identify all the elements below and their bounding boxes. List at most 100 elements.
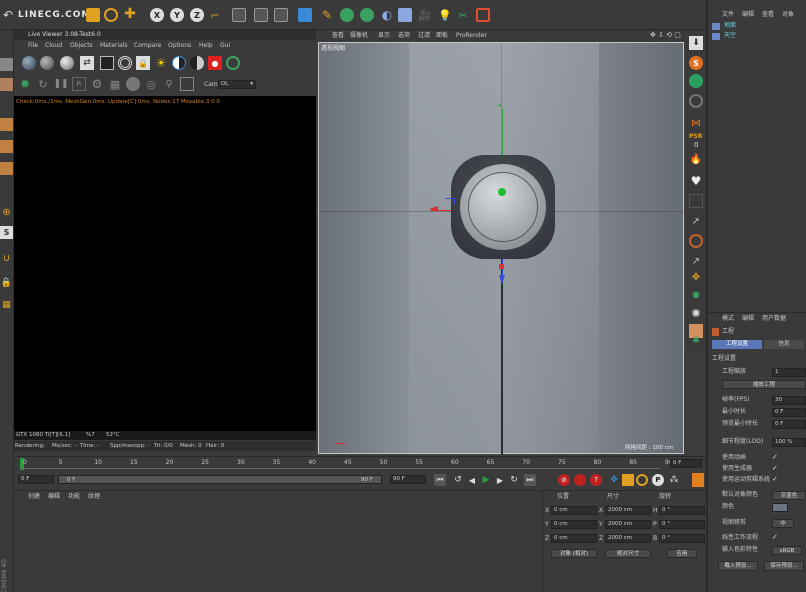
- am-menu-edit[interactable]: 编辑: [742, 315, 754, 323]
- subdivision-icon[interactable]: [340, 8, 354, 22]
- load-preset-button[interactable]: 载入预设...: [718, 561, 758, 571]
- record-key-icon[interactable]: ⊘: [558, 474, 570, 486]
- rotation-h-field[interactable]: 0 °: [659, 506, 705, 515]
- deformer-icon[interactable]: ◐: [380, 8, 394, 22]
- min-time-field[interactable]: 0 F: [772, 408, 806, 417]
- keyframe-selection-icon[interactable]: ?: [590, 474, 602, 486]
- position-z-field[interactable]: 0 cm: [551, 534, 597, 543]
- scale-project-button[interactable]: 缩放工程: [722, 380, 806, 389]
- floor-icon[interactable]: [398, 8, 412, 22]
- go-to-end-icon[interactable]: ⏭: [524, 474, 536, 486]
- cube-icon[interactable]: [298, 8, 312, 22]
- move-tool-icon[interactable]: ✚: [122, 6, 138, 22]
- input-color-profile-select[interactable]: sRGB: [772, 546, 802, 555]
- om-menu-view[interactable]: 查看: [762, 11, 774, 19]
- mat-menu-create[interactable]: 创建: [28, 493, 40, 501]
- linear-workflow-checkbox[interactable]: ✓: [772, 534, 779, 541]
- pin-icon[interactable]: ⚲: [162, 77, 176, 91]
- apply-button[interactable]: 应用: [667, 549, 697, 558]
- render-settings-icon[interactable]: [274, 8, 288, 22]
- polygons-mode-icon[interactable]: [0, 162, 13, 175]
- key-pla-icon[interactable]: ⁂: [668, 474, 680, 486]
- color-swatch[interactable]: [772, 503, 788, 512]
- python-icon[interactable]: ✂: [456, 8, 470, 22]
- position-y-field[interactable]: 0 cm: [551, 520, 597, 529]
- cursor-icon[interactable]: ➚: [689, 214, 703, 228]
- timeline[interactable]: 0 5 10 15 20 25 30 35 40 45 50 55 60 65 70 75 80 85 90 0 F: [14, 456, 706, 470]
- download-icon[interactable]: ⬇: [689, 36, 703, 50]
- render-picture-viewer-icon[interactable]: [254, 8, 268, 22]
- save-preset-button[interactable]: 保存预设...: [764, 561, 804, 571]
- end-frame-field[interactable]: 90 F: [390, 475, 426, 484]
- viewport-menu-filter[interactable]: 过滤: [418, 32, 430, 40]
- camera-icon[interactable]: 🎥: [418, 8, 432, 22]
- cloner-icon[interactable]: [360, 8, 374, 22]
- refresh-icon[interactable]: [226, 56, 240, 70]
- cam-select[interactable]: DL ▾: [218, 80, 256, 89]
- sphere-icon[interactable]: [22, 56, 36, 70]
- x-particles-icon[interactable]: [689, 74, 703, 88]
- prev-key-icon[interactable]: ↺: [452, 474, 464, 486]
- viewport-menu-panel[interactable]: 面板: [436, 32, 448, 40]
- tree-plugin-icon[interactable]: ♣: [689, 336, 703, 346]
- settings-gear-icon[interactable]: ⚙: [90, 77, 104, 91]
- blank-icon[interactable]: [689, 194, 703, 208]
- play-icon[interactable]: ▶: [480, 474, 492, 486]
- menu-compare[interactable]: Compare: [134, 42, 161, 50]
- menu-options[interactable]: Options: [168, 42, 191, 50]
- undo-icon[interactable]: ↶: [1, 8, 15, 22]
- menu-materials[interactable]: Materials: [100, 42, 128, 50]
- pen-icon[interactable]: ✎: [320, 8, 334, 22]
- key-rotation-icon[interactable]: [636, 474, 648, 486]
- mat-menu-edit[interactable]: 编辑: [48, 493, 60, 501]
- tab-project-settings[interactable]: 工程设置: [712, 340, 762, 349]
- move-plugin-icon[interactable]: ✥: [689, 270, 703, 284]
- use-generators-checkbox[interactable]: ✓: [772, 465, 779, 472]
- next-frame-icon[interactable]: ▶: [494, 474, 506, 486]
- model-mode-icon[interactable]: [0, 58, 13, 71]
- rotation-p-field[interactable]: 0 °: [659, 520, 705, 529]
- pause-icon[interactable]: ❚❚: [53, 77, 68, 91]
- viewport-canvas[interactable]: 透视视图 ⌃ 网格间距 : 100 cm: [318, 42, 685, 455]
- frame-icon[interactable]: [180, 77, 194, 91]
- sun-plugin-icon[interactable]: ✺: [689, 306, 703, 320]
- am-menu-mode[interactable]: 模式: [722, 315, 734, 323]
- render-view-icon[interactable]: [232, 8, 246, 22]
- project-scale-field[interactable]: 1: [772, 368, 806, 377]
- red-handle-point[interactable]: [499, 264, 504, 269]
- focus-icon[interactable]: ◎: [144, 77, 158, 91]
- spiral-icon[interactable]: [689, 94, 703, 108]
- render-area[interactable]: Check:0ms./1ms. MeshGen:0ms. Update[C]:0…: [14, 96, 316, 439]
- tab-info[interactable]: 信息: [764, 340, 804, 349]
- om-menu-file[interactable]: 文件: [722, 11, 734, 19]
- menu-objects[interactable]: Objects: [70, 42, 93, 50]
- viewport-menu-camera[interactable]: 摄像机: [350, 32, 368, 40]
- light-icon[interactable]: 💡: [438, 8, 452, 22]
- zero-icon[interactable]: 0: [694, 141, 698, 149]
- coord-mode-select[interactable]: 对象 (相对): [551, 549, 597, 558]
- gear-plugin-icon[interactable]: ✹: [689, 288, 703, 302]
- om-item-sky[interactable]: 天空: [712, 32, 800, 41]
- view-clipping-select[interactable]: 中: [772, 519, 794, 528]
- axis-y-icon[interactable]: Y: [170, 8, 184, 22]
- rotate-tool-icon[interactable]: [104, 8, 118, 22]
- shuffle-icon[interactable]: ⇄: [80, 56, 94, 70]
- key-param-icon[interactable]: P: [652, 474, 664, 486]
- size-y-field[interactable]: 2000 cm: [605, 520, 651, 529]
- layout-icon[interactable]: [476, 8, 490, 22]
- z-axis-arrow-icon[interactable]: [499, 275, 505, 284]
- om-menu-edit[interactable]: 编辑: [742, 11, 754, 19]
- scale-tool-icon[interactable]: [86, 8, 100, 22]
- edges-mode-icon[interactable]: [0, 140, 13, 153]
- y-axis-arrow-icon[interactable]: ⌃: [495, 103, 505, 115]
- menu-help[interactable]: Help: [199, 42, 213, 50]
- snap-icon[interactable]: S: [0, 226, 13, 239]
- flame-icon[interactable]: 🔥: [689, 152, 703, 166]
- enable-axis-icon[interactable]: ⊕: [0, 206, 13, 219]
- arrow-plugin-icon[interactable]: ↗: [689, 254, 703, 268]
- key-scale-icon[interactable]: [622, 474, 634, 486]
- coordinate-system-icon[interactable]: ⌐: [208, 8, 222, 22]
- gizmo-center[interactable]: [498, 188, 506, 196]
- restart-icon[interactable]: ↻: [36, 77, 50, 91]
- bowtie-icon[interactable]: ⋈: [689, 116, 703, 130]
